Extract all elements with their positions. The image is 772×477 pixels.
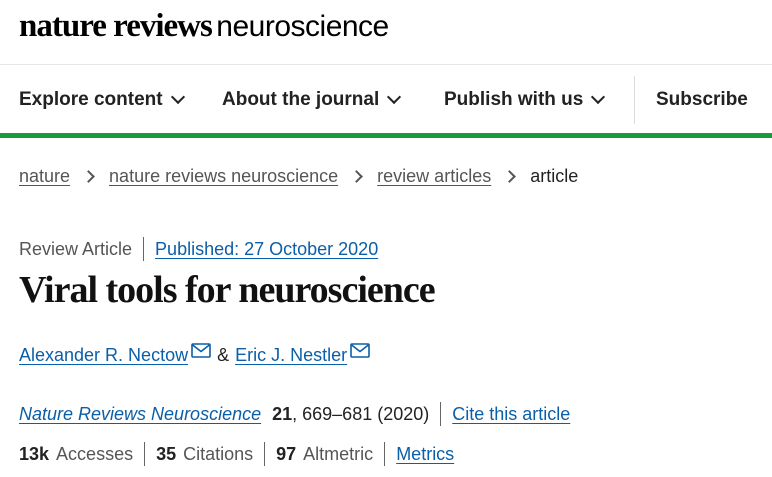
chevron-right-icon xyxy=(350,170,364,183)
nav-about-the-journal[interactable]: About the journal xyxy=(222,89,402,111)
nav-accent-bar xyxy=(0,133,772,138)
cite-this-article-link[interactable]: Cite this article xyxy=(452,404,570,425)
chevron-down-icon xyxy=(591,89,606,105)
masthead-journal[interactable]: neuroscience xyxy=(216,10,389,43)
metrics-divider xyxy=(144,442,146,466)
metrics-divider xyxy=(384,442,386,466)
nav-explore-content[interactable]: Explore content xyxy=(19,89,185,111)
author-link-nectow[interactable]: Alexander R. Nectow xyxy=(19,345,188,366)
published-date-link[interactable]: Published: 27 October 2020 xyxy=(155,239,378,260)
article-title: Viral tools for neuroscience xyxy=(19,269,436,311)
citations-count: 35 xyxy=(156,443,177,464)
chevron-right-icon xyxy=(82,170,95,183)
nav-divider xyxy=(634,76,635,124)
pages-year: , 669–681 (2020) xyxy=(292,403,430,424)
breadcrumb-current: article xyxy=(530,166,579,186)
masthead-brand[interactable]: nature reviews xyxy=(19,8,213,44)
citation-row: Nature Reviews Neuroscience 21 , 669–681… xyxy=(19,402,570,426)
accesses-label: Accesses xyxy=(56,443,134,464)
subscribe-button[interactable]: Subscribe xyxy=(656,89,748,111)
author-list: Alexander R. Nectow & Eric J. Nestler xyxy=(19,343,370,366)
altmetric-score: 97 xyxy=(276,443,297,464)
nav-publish-with-us[interactable]: Publish with us xyxy=(444,89,606,111)
chevron-right-icon xyxy=(503,170,517,183)
metrics-link[interactable]: Metrics xyxy=(396,444,454,465)
breadcrumb-link-nature[interactable]: nature xyxy=(19,166,70,187)
main-nav: Explore content About the journal Publis… xyxy=(0,72,772,130)
nav-about-the-journal-label: About the journal xyxy=(222,89,380,110)
article-meta: Review Article Published: 27 October 202… xyxy=(19,237,378,261)
journal-link[interactable]: Nature Reviews Neuroscience xyxy=(19,404,261,425)
citations-label: Citations xyxy=(183,443,254,464)
header-divider xyxy=(0,64,772,65)
masthead[interactable]: nature reviews neuroscience xyxy=(19,8,389,52)
citation-divider xyxy=(440,402,442,426)
breadcrumb: nature nature reviews neuroscience revie… xyxy=(19,166,578,187)
author-separator: & xyxy=(217,345,230,365)
accesses-count: 13k xyxy=(19,443,50,464)
altmetric-label: Altmetric xyxy=(303,443,374,464)
chevron-down-icon xyxy=(387,89,402,105)
metrics-divider xyxy=(264,442,266,466)
nav-publish-with-us-label: Publish with us xyxy=(444,89,584,110)
email-icon[interactable] xyxy=(350,343,370,358)
metrics-row: 13k Accesses 35 Citations 97 Altmetric M… xyxy=(19,442,454,466)
breadcrumb-link-review-articles[interactable]: review articles xyxy=(377,166,491,187)
nav-explore-content-label: Explore content xyxy=(19,89,163,110)
volume: 21 xyxy=(272,403,293,424)
email-icon[interactable] xyxy=(191,343,211,358)
article-type: Review Article xyxy=(19,238,133,259)
meta-divider xyxy=(143,237,145,261)
chevron-down-icon xyxy=(170,89,185,105)
breadcrumb-link-journal[interactable]: nature reviews neuroscience xyxy=(109,166,338,187)
author-link-nestler[interactable]: Eric J. Nestler xyxy=(235,345,347,366)
